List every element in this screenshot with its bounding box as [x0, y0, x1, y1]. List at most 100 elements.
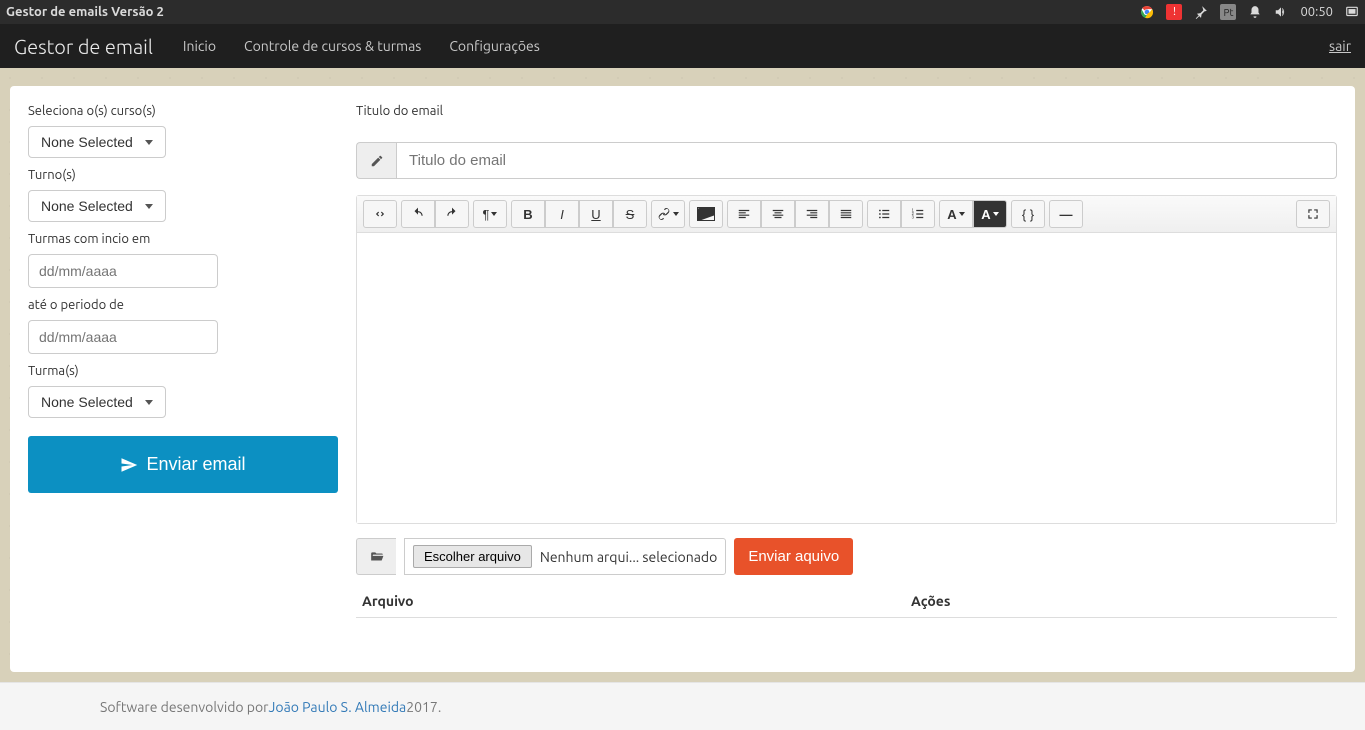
image-button[interactable] [689, 200, 723, 228]
attachments-table-header: Arquivo Ações [356, 585, 1337, 618]
pencil-icon [370, 154, 384, 168]
footer-author-link[interactable]: João Paulo S. Almeida [269, 699, 407, 715]
font-color-button[interactable]: A [939, 200, 973, 228]
page-footer: Software desenvolvido por João Paulo S. … [0, 682, 1365, 730]
undo-icon [411, 207, 425, 221]
align-center-button[interactable] [761, 200, 795, 228]
class-select[interactable]: None Selected [28, 386, 166, 418]
horizontal-rule-button[interactable]: — [1049, 200, 1083, 228]
course-select[interactable]: None Selected [28, 126, 166, 158]
volume-icon[interactable] [1274, 5, 1288, 19]
nav-courses[interactable]: Controle de cursos & turmas [244, 38, 421, 54]
italic-button[interactable]: I [545, 200, 579, 228]
align-justify-icon [839, 207, 853, 221]
strike-icon: S [626, 207, 635, 222]
start-date-label: Turmas com incio em [28, 232, 338, 246]
end-date-label: até o periodo de [28, 298, 338, 312]
caret-down-icon [491, 212, 497, 216]
editor-textarea[interactable] [357, 233, 1336, 523]
highlight-a-icon: A [981, 207, 990, 222]
minus-icon: — [1060, 207, 1073, 222]
chrome-icon[interactable] [1140, 5, 1154, 19]
ordered-list-button[interactable]: 123 [901, 200, 935, 228]
ul-icon [877, 207, 891, 221]
align-justify-button[interactable] [829, 200, 863, 228]
font-a-icon: A [947, 207, 956, 222]
nav-settings[interactable]: Configurações [449, 38, 539, 54]
svg-text:3: 3 [912, 215, 915, 220]
rich-text-editor: ¶ B I U S [356, 195, 1337, 524]
paragraph-style-button[interactable]: ¶ [473, 200, 507, 228]
clock[interactable]: 00:50 [1300, 5, 1333, 19]
pilcrow-icon: ¶ [483, 207, 490, 222]
shift-select-value: None Selected [41, 198, 133, 214]
pin-icon[interactable] [1194, 5, 1208, 19]
caret-down-icon [145, 204, 153, 209]
folder-open-icon [369, 550, 385, 564]
send-email-label: Enviar email [146, 454, 245, 475]
footer-prefix: Software desenvolvido por [100, 699, 269, 715]
paper-plane-icon [120, 456, 138, 474]
link-icon [657, 207, 671, 221]
start-date-input[interactable] [28, 254, 218, 288]
align-right-button[interactable] [795, 200, 829, 228]
redo-icon [445, 207, 459, 221]
choose-file-button[interactable]: Escolher arquivo [413, 545, 532, 568]
caret-down-icon [673, 212, 679, 216]
column-actions: Ações [911, 593, 1331, 609]
nav-home[interactable]: Inicio [183, 38, 216, 54]
shift-label: Turno(s) [28, 168, 338, 182]
editor-toolbar: ¶ B I U S [357, 196, 1336, 233]
underline-button[interactable]: U [579, 200, 613, 228]
code-icon [373, 207, 387, 221]
logout-link[interactable]: sair [1329, 38, 1351, 54]
os-top-bar: Gestor de emails Versão 2 ! Pt 00:50 [0, 0, 1365, 24]
file-status-text: Nenhum arqui... selecionado [540, 549, 717, 565]
footer-suffix: 2017. [406, 699, 441, 715]
pencil-addon [356, 142, 396, 179]
underline-icon: U [591, 207, 600, 222]
caret-down-icon [145, 140, 153, 145]
file-input-box: Escolher arquivo Nenhum arqui... selecio… [404, 538, 726, 575]
caret-down-icon [959, 212, 965, 216]
alert-icon[interactable]: ! [1166, 4, 1182, 20]
send-email-button[interactable]: Enviar email [28, 436, 338, 493]
email-title-input[interactable] [396, 142, 1337, 179]
link-button[interactable] [651, 200, 685, 228]
screen-icon[interactable] [1345, 5, 1359, 19]
caret-down-icon [145, 400, 153, 405]
align-right-icon [805, 207, 819, 221]
unordered-list-button[interactable] [867, 200, 901, 228]
course-label: Seleciona o(s) curso(s) [28, 104, 338, 118]
highlight-color-button[interactable]: A [973, 200, 1007, 228]
window-title: Gestor de emails Versão 2 [6, 5, 1140, 19]
fullscreen-button[interactable] [1296, 200, 1330, 228]
code-view-button[interactable] [363, 200, 397, 228]
class-select-value: None Selected [41, 394, 133, 410]
main-panel: Seleciona o(s) curso(s) None Selected Tu… [10, 86, 1355, 672]
align-left-button[interactable] [727, 200, 761, 228]
strike-button[interactable]: S [613, 200, 647, 228]
bold-icon: B [523, 207, 532, 222]
bold-button[interactable]: B [511, 200, 545, 228]
expand-icon [1306, 207, 1320, 221]
nav-links: Inicio Controle de cursos & turmas Confi… [183, 38, 540, 54]
app-nav-bar: Gestor de email Inicio Controle de curso… [0, 24, 1365, 68]
folder-addon [356, 538, 396, 575]
class-label: Turma(s) [28, 364, 338, 378]
code-block-button[interactable]: { } [1011, 200, 1045, 228]
bell-icon[interactable] [1248, 5, 1262, 19]
upload-file-button[interactable]: Enviar aquivo [734, 538, 853, 575]
ol-icon: 123 [911, 207, 925, 221]
email-composer: Titulo do email ¶ [356, 104, 1337, 654]
end-date-input[interactable] [28, 320, 218, 354]
undo-button[interactable] [401, 200, 435, 228]
caret-down-icon [993, 212, 999, 216]
redo-button[interactable] [435, 200, 469, 228]
shift-select[interactable]: None Selected [28, 190, 166, 222]
align-center-icon [771, 207, 785, 221]
email-title-label: Titulo do email [356, 104, 1337, 118]
filters-sidebar: Seleciona o(s) curso(s) None Selected Tu… [28, 104, 338, 654]
italic-icon: I [560, 207, 564, 222]
keyboard-lang-badge[interactable]: Pt [1220, 4, 1236, 20]
